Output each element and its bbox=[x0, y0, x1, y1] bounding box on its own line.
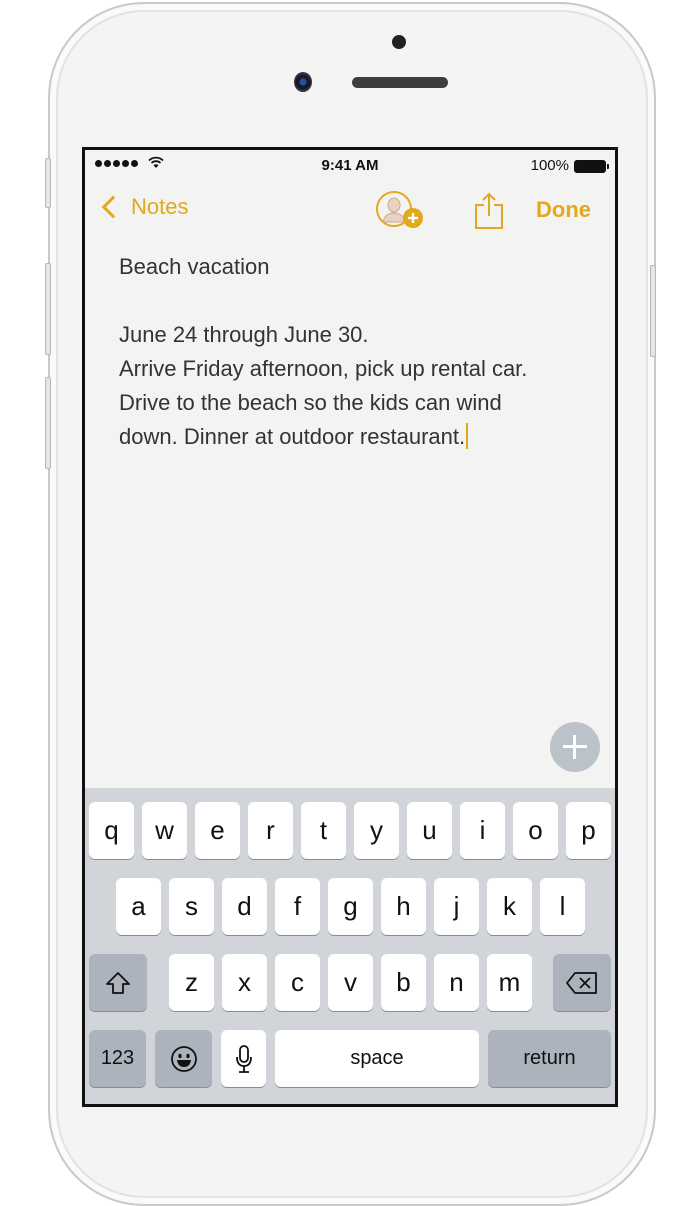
key-c[interactable]: c bbox=[275, 954, 320, 1011]
screen: 9:41 AM 100% Notes Done Beach vacation J… bbox=[82, 147, 618, 1107]
key-u[interactable]: u bbox=[407, 802, 452, 859]
key-h[interactable]: h bbox=[381, 878, 426, 935]
key-x[interactable]: x bbox=[222, 954, 267, 1011]
numbers-key[interactable]: 123 bbox=[89, 1030, 146, 1087]
key-p[interactable]: p bbox=[566, 802, 611, 859]
note-line: Drive to the beach so the kids can wind bbox=[119, 390, 502, 415]
key-m[interactable]: m bbox=[487, 954, 532, 1011]
key-e[interactable]: e bbox=[195, 802, 240, 859]
mute-switch bbox=[45, 158, 51, 208]
key-w[interactable]: w bbox=[142, 802, 187, 859]
keyboard: q w e r t y u i o p a s d f g h j k l z … bbox=[85, 788, 615, 1104]
space-key[interactable]: space bbox=[275, 1030, 479, 1087]
key-b[interactable]: b bbox=[381, 954, 426, 1011]
battery-percent: 100% bbox=[530, 157, 569, 174]
key-g[interactable]: g bbox=[328, 878, 373, 935]
key-t[interactable]: t bbox=[301, 802, 346, 859]
chevron-left-icon bbox=[101, 195, 125, 219]
shift-key[interactable] bbox=[89, 954, 147, 1011]
key-z[interactable]: z bbox=[169, 954, 214, 1011]
add-person-icon[interactable] bbox=[375, 190, 427, 230]
delete-key[interactable] bbox=[553, 954, 611, 1011]
back-label: Notes bbox=[131, 194, 189, 219]
shift-icon bbox=[106, 971, 130, 994]
key-i[interactable]: i bbox=[460, 802, 505, 859]
volume-up-button bbox=[45, 263, 51, 355]
key-d[interactable]: d bbox=[222, 878, 267, 935]
battery-icon bbox=[574, 160, 609, 173]
done-button[interactable]: Done bbox=[536, 197, 591, 223]
volume-down-button bbox=[45, 377, 51, 469]
text-cursor bbox=[466, 423, 469, 449]
front-camera bbox=[294, 72, 312, 92]
add-attachment-button[interactable] bbox=[550, 722, 600, 772]
power-button bbox=[650, 265, 656, 357]
status-bar: 9:41 AM 100% bbox=[85, 150, 615, 180]
key-y[interactable]: y bbox=[354, 802, 399, 859]
key-n[interactable]: n bbox=[434, 954, 479, 1011]
note-title: Beach vacation bbox=[119, 254, 270, 279]
key-l[interactable]: l bbox=[540, 878, 585, 935]
emoji-icon bbox=[170, 1045, 197, 1072]
emoji-key[interactable] bbox=[155, 1030, 212, 1087]
key-k[interactable]: k bbox=[487, 878, 532, 935]
back-button[interactable]: Notes bbox=[99, 194, 188, 220]
return-key[interactable]: return bbox=[488, 1030, 611, 1087]
key-o[interactable]: o bbox=[513, 802, 558, 859]
key-v[interactable]: v bbox=[328, 954, 373, 1011]
proximity-sensor bbox=[392, 35, 406, 49]
share-icon[interactable] bbox=[474, 192, 504, 230]
navigation-bar: Notes Done bbox=[85, 180, 615, 242]
earpiece-speaker bbox=[352, 77, 448, 88]
key-a[interactable]: a bbox=[116, 878, 161, 935]
note-line-last: down. Dinner at outdoor restaurant. bbox=[119, 420, 589, 454]
key-f[interactable]: f bbox=[275, 878, 320, 935]
dictation-key[interactable] bbox=[221, 1030, 266, 1087]
note-line: June 24 through June 30. bbox=[119, 322, 369, 347]
microphone-icon bbox=[235, 1044, 252, 1073]
note-line: Arrive Friday afternoon, pick up rental … bbox=[119, 356, 528, 381]
note-line: down. Dinner at outdoor restaurant. bbox=[119, 424, 466, 449]
key-q[interactable]: q bbox=[89, 802, 134, 859]
delete-icon bbox=[566, 971, 597, 994]
key-r[interactable]: r bbox=[248, 802, 293, 859]
key-s[interactable]: s bbox=[169, 878, 214, 935]
note-body[interactable]: Beach vacation June 24 through June 30. … bbox=[119, 250, 589, 454]
key-j[interactable]: j bbox=[434, 878, 479, 935]
